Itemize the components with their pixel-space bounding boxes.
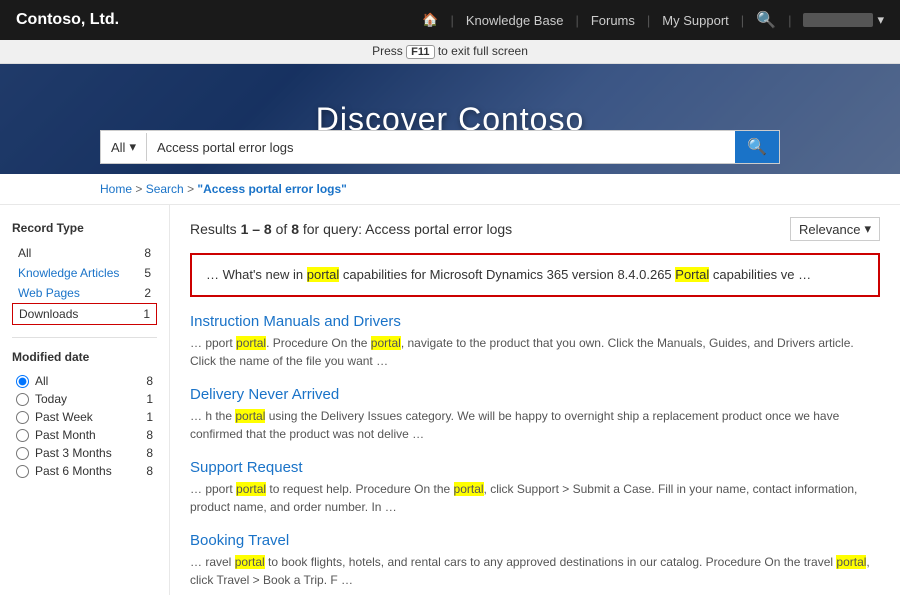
result-title-1[interactable]: Instruction Manuals and Drivers [190,313,880,330]
date-radio-past-6-months[interactable] [16,465,29,478]
results-header: Results 1 – 8 of 8 for query: Access por… [190,217,880,241]
date-past-week-count: 1 [146,410,153,424]
result-snippet-4: … ravel portal to book flights, hotels, … [190,553,880,589]
filter-downloads[interactable]: Downloads 1 [12,303,157,325]
home-icon[interactable]: 🏠 [422,12,438,28]
date-past-6-months-count: 8 [146,464,153,478]
result-title-2[interactable]: Delivery Never Arrived [190,386,880,403]
results-area: Results 1 – 8 of 8 for query: Access por… [170,205,900,595]
user-menu[interactable]: ▾ [803,12,884,28]
result-item-2: Delivery Never Arrived … h the portal us… [190,386,880,443]
filter-wp-label: Web Pages [18,286,80,300]
date-today-label: Today [35,392,67,406]
date-past-month-count: 8 [146,428,153,442]
date-filter-past-month[interactable]: Past Month 8 [12,426,157,444]
filter-dl-label: Downloads [19,307,78,321]
date-filter-all[interactable]: All 8 [12,372,157,390]
highlighted-snippet-text: … What's new in portal capabilities for … [206,267,811,282]
breadcrumb-sep2: > [187,182,197,196]
filter-all-count: 8 [144,246,151,260]
filter-wp-count: 2 [144,286,151,300]
search-bar: All ▾ 🔍 [100,130,780,164]
date-today-count: 1 [146,392,153,406]
search-icon[interactable]: 🔍 [756,10,776,30]
filter-knowledge-articles[interactable]: Knowledge Articles 5 [12,263,157,283]
highlight-portal-1: portal [307,267,340,282]
breadcrumb: Home > Search > "Access portal error log… [0,174,900,205]
result-title-4[interactable]: Booking Travel [190,532,880,549]
nav-forums[interactable]: Forums [591,13,635,28]
result-item-1: Instruction Manuals and Drivers … pport … [190,313,880,370]
user-name-label [803,13,873,27]
date-past-month-label: Past Month [35,428,96,442]
date-past-week-label: Past Week [35,410,93,424]
chevron-down-icon: ▾ [877,12,884,28]
date-all-label: All [35,374,48,388]
result-title-3[interactable]: Support Request [190,459,880,476]
nav-knowledge-base[interactable]: Knowledge Base [466,13,564,28]
date-radio-past-month[interactable] [16,429,29,442]
relevance-dropdown[interactable]: Relevance ▾ [790,217,880,241]
date-past-3-months-label: Past 3 Months [35,446,112,460]
modified-date-title: Modified date [12,350,157,364]
filter-all[interactable]: All 8 [12,243,157,263]
date-filter-past-3-months[interactable]: Past 3 Months 8 [12,444,157,462]
result-item-3: Support Request … pport portal to reques… [190,459,880,516]
filter-all-label: All [18,246,31,260]
result-snippet-1: … pport portal. Procedure On the portal,… [190,334,880,370]
f11-banner: Press F11 to exit full screen [0,40,900,64]
filter-ka-count: 5 [144,266,151,280]
search-bar-container: All ▾ 🔍 [0,130,900,164]
top-navigation: Contoso, Ltd. 🏠 | Knowledge Base | Forum… [0,0,900,40]
main-content: Record Type All 8 Knowledge Articles 5 W… [0,205,900,595]
date-radio-all[interactable] [16,375,29,388]
date-radio-today[interactable] [16,393,29,406]
search-type-dropdown[interactable]: All ▾ [101,133,147,161]
result-item-4: Booking Travel … ravel portal to book fl… [190,532,880,589]
filter-dl-count: 1 [143,307,150,321]
f11-text-after: to exit full screen [435,44,528,58]
relevance-label: Relevance [799,222,860,237]
date-radio-past-3-months[interactable] [16,447,29,460]
hero-section: Discover Contoso All ▾ 🔍 [0,64,900,174]
highlighted-result: … What's new in portal capabilities for … [190,253,880,297]
date-past-3-months-count: 8 [146,446,153,460]
date-past-6-months-label: Past 6 Months [35,464,112,478]
f11-text-before: Press [372,44,406,58]
date-filter-today[interactable]: Today 1 [12,390,157,408]
filter-ka-label: Knowledge Articles [18,266,119,280]
search-button[interactable]: 🔍 [735,131,779,163]
relevance-chevron-icon: ▾ [864,221,871,237]
breadcrumb-search[interactable]: Search [146,182,184,196]
sidebar-divider [12,337,157,338]
dropdown-chevron-icon: ▾ [129,139,136,155]
brand-logo: Contoso, Ltd. [16,11,119,29]
sidebar: Record Type All 8 Knowledge Articles 5 W… [0,205,170,595]
nav-my-support[interactable]: My Support [662,13,728,28]
result-snippet-3: … pport portal to request help. Procedur… [190,480,880,516]
search-type-label: All [111,140,125,155]
filter-web-pages[interactable]: Web Pages 2 [12,283,157,303]
search-input[interactable] [147,134,735,161]
results-summary: Results 1 – 8 of 8 for query: Access por… [190,221,512,237]
record-type-title: Record Type [12,221,157,235]
date-all-count: 8 [146,374,153,388]
breadcrumb-home[interactable]: Home [100,182,132,196]
f11-key: F11 [406,45,434,59]
date-filter-past-week[interactable]: Past Week 1 [12,408,157,426]
result-snippet-2: … h the portal using the Delivery Issues… [190,407,880,443]
date-filter-past-6-months[interactable]: Past 6 Months 8 [12,462,157,480]
breadcrumb-sep1: > [135,182,145,196]
date-radio-past-week[interactable] [16,411,29,424]
breadcrumb-current: "Access portal error logs" [197,182,346,196]
nav-links: 🏠 | Knowledge Base | Forums | My Support… [422,10,884,30]
highlight-portal-2: Portal [675,267,709,282]
